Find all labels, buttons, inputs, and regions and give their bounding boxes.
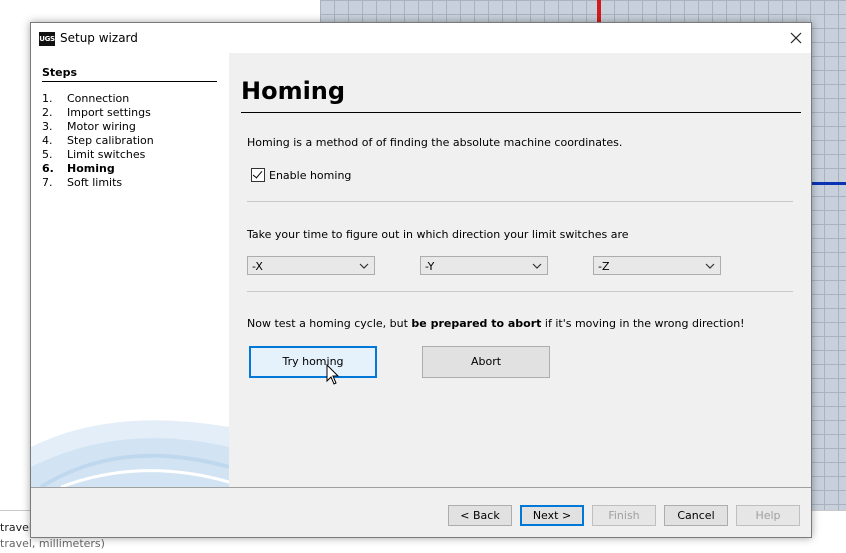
setup-wizard-dialog: UGS Setup wizard Steps 1. Connection 2. Im…	[30, 22, 812, 538]
step-item-homing: 6. Homing	[42, 162, 115, 175]
enable-homing-checkbox[interactable]: Enable homing	[251, 168, 351, 182]
z-axis-line	[812, 182, 846, 185]
steps-list: 1. Connection 2. Import settings 3. Motor w…	[42, 92, 154, 190]
divider	[247, 291, 793, 292]
try-homing-button[interactable]: Try homing	[249, 346, 377, 378]
mouse-cursor-icon	[326, 364, 340, 385]
step-item-import-settings: 2. Import settings	[42, 106, 151, 119]
homing-description: Homing is a method of of finding the abs…	[247, 136, 623, 149]
steps-panel: Steps 1. Connection 2. Import settings 3. M…	[31, 53, 229, 487]
x-axis-line	[597, 0, 601, 24]
decorative-swoosh	[31, 420, 229, 487]
homing-page: Homing Homing is a method of of finding …	[229, 53, 811, 487]
step-item-step-calibration: 4. Step calibration	[42, 134, 154, 147]
dialog-title: Setup wizard	[60, 31, 138, 45]
checkbox-checked-icon[interactable]	[251, 168, 265, 182]
test-instructions: Now test a homing cycle, but be prepared…	[247, 317, 745, 330]
cancel-button[interactable]: Cancel	[664, 505, 728, 526]
chevron-down-icon	[705, 263, 715, 269]
footer-divider	[31, 487, 811, 488]
direction-instructions: Take your time to figure out in which di…	[247, 228, 629, 241]
chevron-down-icon	[532, 263, 542, 269]
z-direction-select[interactable]: -Z	[593, 256, 721, 275]
step-item-limit-switches: 5. Limit switches	[42, 148, 146, 161]
x-direction-value: -X	[252, 260, 263, 273]
ugs-app-icon: UGS	[39, 32, 55, 46]
y-direction-select[interactable]: -Y	[420, 256, 548, 275]
x-direction-select[interactable]: -X	[247, 256, 375, 275]
enable-homing-label: Enable homing	[269, 168, 352, 182]
console-line: travel, millimeters)	[0, 537, 105, 550]
page-title: Homing	[241, 77, 801, 113]
step-item-connection: 1. Connection	[42, 92, 130, 105]
y-direction-value: -Y	[425, 260, 435, 273]
title-bar: UGS Setup wizard	[31, 23, 811, 53]
help-button[interactable]: Help	[736, 505, 800, 526]
close-icon[interactable]	[781, 23, 811, 53]
z-direction-value: -Z	[598, 260, 610, 273]
next-button[interactable]: Next >	[520, 505, 584, 526]
chevron-down-icon	[359, 263, 369, 269]
back-button[interactable]: < Back	[448, 505, 512, 526]
abort-button[interactable]: Abort	[422, 346, 550, 378]
divider	[247, 201, 793, 202]
finish-button[interactable]: Finish	[592, 505, 656, 526]
step-item-motor-wiring: 3. Motor wiring	[42, 120, 136, 133]
steps-heading: Steps	[42, 66, 217, 82]
step-item-soft-limits: 7. Soft limits	[42, 176, 123, 189]
